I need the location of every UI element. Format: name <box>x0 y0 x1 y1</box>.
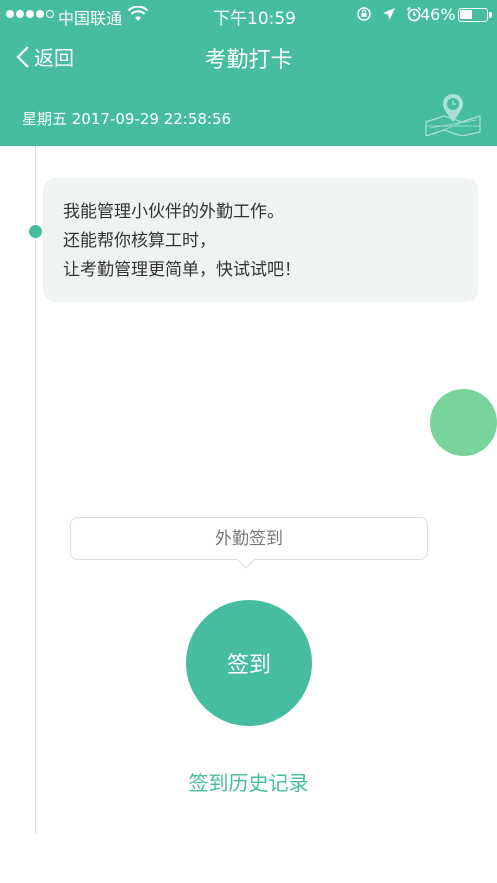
intro-line-2: 还能帮你核算工时， <box>63 231 216 251</box>
floating-action-circle[interactable] <box>430 389 497 456</box>
clock: 下午10:59 <box>213 9 296 29</box>
intro-line-1: 我能管理小伙伴的外勤工作。 <box>63 202 284 222</box>
location-arrow-icon <box>383 8 395 20</box>
wifi-icon <box>128 6 148 21</box>
timeline-line <box>35 146 36 834</box>
battery-percent: 46% <box>420 5 456 24</box>
attendance-screen: 中国联通 下午10:59 46% 返回 考勤打卡 星期五 2017-09-29 … <box>0 0 497 883</box>
sign-in-button[interactable]: 签到 <box>186 600 312 726</box>
map-location-icon[interactable] <box>424 92 482 136</box>
sign-in-history-link[interactable]: 签到历史记录 <box>0 767 497 796</box>
page-title: 考勤打卡 <box>204 48 293 73</box>
rotation-lock-icon <box>357 7 371 21</box>
carrier-label: 中国联通 <box>58 9 123 28</box>
nav-bar: 返回 考勤打卡 <box>0 30 497 84</box>
sign-in-label: 签到 <box>226 653 271 678</box>
intro-message-card: 我能管理小伙伴的外勤工作。 还能帮你核算工时， 让考勤管理更简单，快试试吧！ <box>43 178 478 302</box>
timeline-dot <box>29 225 42 238</box>
intro-line-3: 让考勤管理更简单，快试试吧！ <box>63 260 301 280</box>
battery-icon <box>458 8 492 22</box>
date-time-line: 星期五 2017-09-29 22:58:56 <box>22 110 232 128</box>
status-bar: 中国联通 下午10:59 46% <box>0 0 497 30</box>
header: 中国联通 下午10:59 46% 返回 考勤打卡 星期五 2017-09-29 … <box>0 0 497 146</box>
signal-dots-icon <box>6 10 54 18</box>
